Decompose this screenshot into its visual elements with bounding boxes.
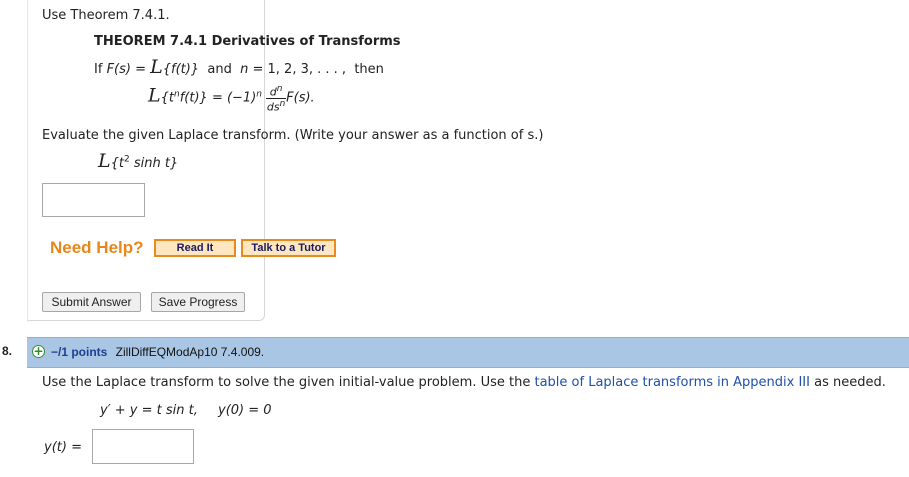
frac-den: ds <box>266 100 280 114</box>
theorem-if: If <box>94 62 103 77</box>
q8-answer-input[interactable] <box>92 429 194 464</box>
formula-Fs: F(s). <box>286 90 315 106</box>
frac-num-sup: n <box>276 84 283 94</box>
evaluate-text: Evaluate the given Laplace transform. (W… <box>42 128 544 143</box>
q8-initial-condition: y(0) = 0 <box>218 403 272 418</box>
q7-answer-input[interactable] <box>42 183 145 217</box>
question-8-number: 8. <box>2 344 13 358</box>
theorem-and: and <box>207 62 232 77</box>
theorem-then: then <box>354 62 384 77</box>
submit-answer-button[interactable]: Submit Answer <box>42 292 141 312</box>
laplace-symbol: L <box>148 84 161 107</box>
theorem-fs: F(s) = <box>106 62 146 77</box>
need-help-label: Need Help? <box>50 238 144 257</box>
card-left-border <box>27 0 28 322</box>
theorem-statement: If F(s) = L{f(t)} and n = 1, 2, 3, . . .… <box>94 56 384 78</box>
q8-prompt: Use the Laplace transform to solve the g… <box>42 375 886 390</box>
laplace-symbol: L <box>98 150 111 172</box>
transform-rest: sinh t} <box>129 156 179 171</box>
formula-ft: f(t)} = (−1) <box>179 90 257 106</box>
question-8-meta: −/1 points ZillDiffEQModAp10 7.4.009. <box>51 345 264 360</box>
frac-den-sup: n <box>279 98 286 109</box>
expand-plus-icon[interactable]: + <box>32 345 45 358</box>
derivative-fraction: dn dsn <box>266 84 287 114</box>
talk-to-tutor-button[interactable]: Talk to a Tutor <box>241 239 336 257</box>
save-progress-button[interactable]: Save Progress <box>151 292 245 312</box>
formula-sup2: n <box>256 89 262 100</box>
points-label: −/1 points <box>51 345 108 359</box>
theorem-ft: {f(t)} <box>162 62 200 77</box>
theorem-formula: L{tnf(t)} = (−1)n dn dsn F(s). <box>148 84 315 112</box>
prompt-pre: Use the Laplace transform to solve the g… <box>42 375 535 390</box>
appendix-link[interactable]: table of Laplace transforms in Appendix … <box>534 375 809 390</box>
laplace-symbol: L <box>150 56 163 78</box>
read-it-button[interactable]: Read It <box>154 239 236 257</box>
question-id: ZillDiffEQModAp10 7.4.009. <box>115 345 265 359</box>
transform-open: {t <box>110 156 124 171</box>
theorem-n: n <box>240 62 249 77</box>
theorem-nvals: = 1, 2, 3, . . . , <box>252 62 347 77</box>
q8-equation: y′ + y = t sin t, <box>100 403 198 418</box>
instruction-text: Use Theorem 7.4.1. <box>42 8 170 23</box>
theorem-title: THEOREM 7.4.1 Derivatives of Transforms <box>94 34 401 49</box>
formula-left: {t <box>160 90 174 106</box>
y-of-t-label: y(t) = <box>44 440 82 455</box>
prompt-post: as needed. <box>809 375 886 390</box>
transform-expression: L{t2 sinh t} <box>98 150 178 172</box>
